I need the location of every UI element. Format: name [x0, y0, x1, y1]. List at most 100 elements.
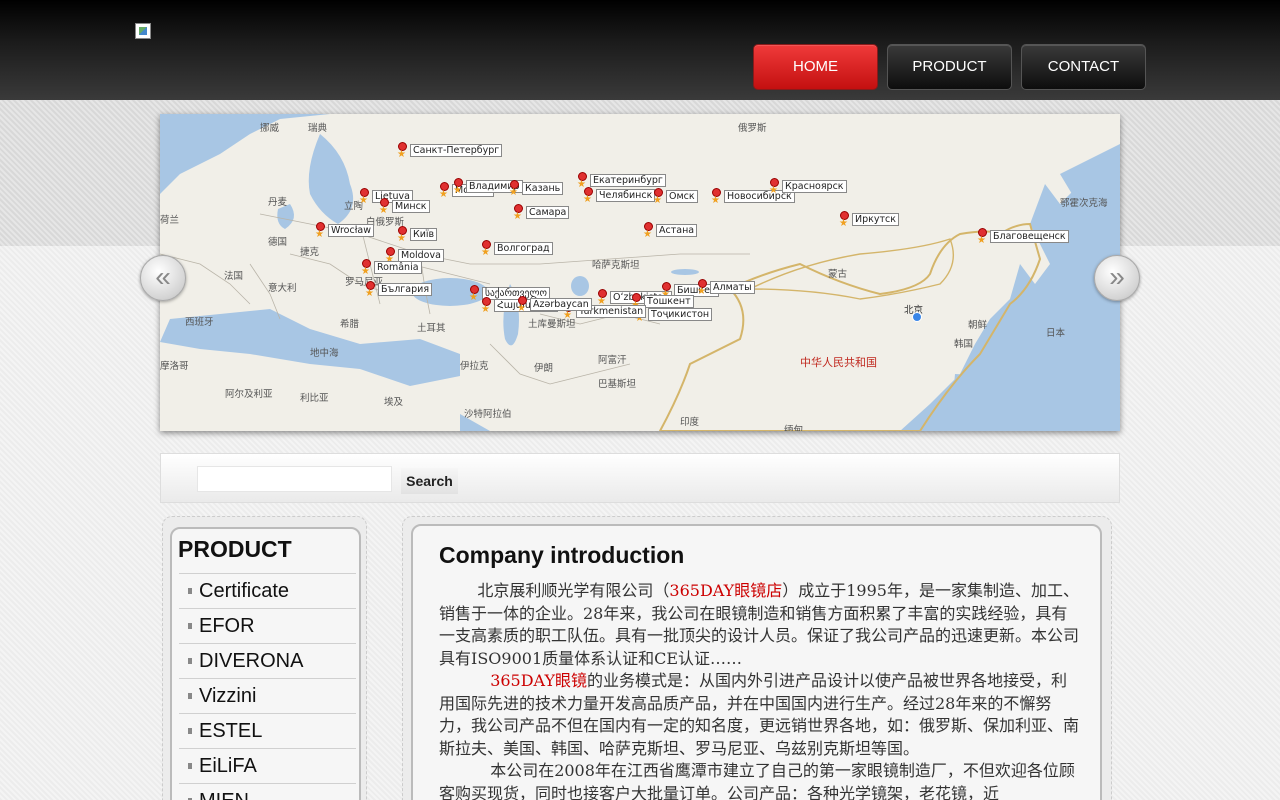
bullet-icon: [188, 763, 192, 769]
map-country-label: 蒙古: [828, 269, 848, 280]
map-city-label[interactable]: Челябинск: [596, 189, 656, 202]
map-star-icon: ★: [711, 195, 720, 206]
map-city-label[interactable]: България: [378, 283, 433, 296]
map-country-label: 利比亚: [300, 393, 329, 404]
product-sidebar: PRODUCT Certificate EFOR DIVERONA Vizzini ES…: [170, 527, 361, 800]
map-star-icon: ★: [513, 211, 522, 222]
bullet-icon: [188, 693, 192, 699]
map-city-label[interactable]: Красноярск: [782, 180, 847, 193]
map-star-icon: ★: [643, 229, 652, 240]
map-star-icon: ★: [563, 310, 572, 321]
map-slideshow: 挪威 瑞典 俄罗斯 丹麦 立陶 白俄罗斯 荷兰 德国 捷克 法国 意大利 罗马尼亚 西班牙 希腊 土耳其 地中…: [160, 114, 1120, 431]
map-city-label[interactable]: Тошкент: [644, 295, 694, 308]
sidebar-item-diverona[interactable]: DIVERONA: [179, 643, 356, 678]
map-country-label: 瑞典: [308, 123, 328, 134]
map-star-icon: ★: [839, 218, 848, 229]
map-country-label: 德国: [268, 237, 288, 248]
map-city-label[interactable]: Иркутск: [852, 213, 899, 226]
nav-home[interactable]: HOME: [753, 44, 878, 90]
nav-contact[interactable]: CONTACT: [1021, 44, 1146, 90]
map-country-label: 日本: [1046, 328, 1066, 339]
map-country-label: 阿富汗: [598, 355, 627, 366]
map-country-label: 韩国: [954, 339, 974, 350]
map-city-label[interactable]: Санкт-Петербург: [410, 144, 503, 157]
map-country-label: 朝鲜: [968, 320, 988, 331]
map-city-label[interactable]: Тоҷикистон: [648, 308, 713, 321]
map-star-icon: ★: [509, 187, 518, 198]
sidebar-item-eilifa[interactable]: EiLiFA: [179, 748, 356, 783]
company-introduction-text: 北京展利顺光学有限公司（365DAY眼镜店）成立于1995年，是一家集制造、加工…: [439, 580, 1079, 800]
sidebar-item-label: ESTEL: [199, 720, 263, 742]
map-city-label[interactable]: România: [374, 261, 422, 274]
slider-prev-button[interactable]: «: [140, 255, 186, 301]
map-country-label: 西班牙: [185, 317, 214, 328]
map-country-label: 摩洛哥: [160, 361, 189, 372]
map-city-label[interactable]: Алматы: [710, 281, 755, 294]
map-country-label: 意大利: [268, 283, 297, 294]
map-country-label: 地中海: [310, 348, 339, 359]
map-city-label[interactable]: Минск: [392, 200, 430, 213]
map-city-label[interactable]: Wrocław: [328, 224, 374, 237]
sidebar-item-efor[interactable]: EFOR: [179, 608, 356, 643]
map-star-icon: ★: [697, 286, 706, 297]
intro-paragraph-2: 365DAY眼镜的业务模式是：从国内外引进产品设计以使产品被世界各地接受，利用国…: [439, 670, 1079, 760]
map-country-label: 希腊: [340, 319, 360, 330]
sidebar-title: PRODUCT: [178, 536, 292, 562]
map-star-icon: ★: [481, 304, 490, 315]
content-title: Company introduction: [439, 542, 685, 568]
sidebar-item-estel[interactable]: ESTEL: [179, 713, 356, 748]
map-city-label[interactable]: Благовещенск: [990, 230, 1069, 243]
bullet-icon: [188, 588, 192, 594]
map-star-icon: ★: [397, 233, 406, 244]
map-country-label: 俄罗斯: [738, 123, 767, 134]
sidebar-item-certificate[interactable]: Certificate: [179, 573, 356, 608]
map-country-label: 缅甸: [784, 425, 804, 431]
bullet-icon: [188, 728, 192, 734]
map-star-icon: ★: [397, 149, 406, 160]
map-image: [160, 114, 1120, 431]
map-country-label: 伊朗: [534, 363, 554, 374]
map-city-label[interactable]: Київ: [410, 228, 438, 241]
map-country-label: 荷兰: [160, 215, 180, 226]
map-country-label: 印度: [680, 417, 700, 428]
map-star-icon: ★: [517, 303, 526, 314]
intro-paragraph-3: 本公司在2008年在江西省鹰潭市建立了自己的第一家眼镜制造厂，不但欢迎各位顾客购…: [439, 761, 1075, 800]
nav-product[interactable]: PRODUCT: [887, 44, 1012, 90]
bullet-icon: [188, 658, 192, 664]
map-star-icon: ★: [359, 195, 368, 206]
map-star-icon: ★: [469, 292, 478, 303]
search-button[interactable]: Search: [401, 468, 458, 494]
search-input[interactable]: [197, 466, 392, 492]
brand-link[interactable]: 365DAY眼镜店: [669, 581, 782, 600]
sidebar-item-mien[interactable]: MIEN: [179, 783, 356, 800]
map-star-icon: ★: [315, 229, 324, 240]
map-city-label[interactable]: Волгоград: [494, 242, 553, 255]
map-city-label[interactable]: Астана: [656, 224, 698, 237]
map-city-label[interactable]: Казань: [522, 182, 564, 195]
map-country-label: 法国: [224, 271, 244, 282]
brand-link[interactable]: 365DAY眼镜: [490, 671, 587, 690]
sidebar-item-vizzini[interactable]: Vizzini: [179, 678, 356, 713]
map-city-label[interactable]: Azərbaycan: [530, 298, 592, 311]
beijing-marker-icon: [912, 312, 922, 322]
map-star-icon: ★: [365, 288, 374, 299]
map-city-label[interactable]: Екатеринбург: [590, 174, 666, 187]
map-country-label: 沙特阿拉伯: [464, 409, 512, 420]
map-country-label: 哈萨克斯坦: [592, 260, 640, 271]
map-country-label: 土耳其: [417, 323, 446, 334]
map-country-label: 鄂霍次克海: [1060, 198, 1108, 209]
map-country-label: 中华人民共和国: [800, 356, 877, 369]
chevron-double-left-icon: «: [155, 261, 171, 292]
map-country-label: 捷克: [300, 247, 320, 258]
sidebar-item-label: EFOR: [199, 615, 255, 637]
logo-broken-image-icon[interactable]: [135, 23, 151, 39]
map-city-label[interactable]: Омск: [666, 190, 698, 203]
intro-paragraph-1: 北京展利顺光学有限公司（365DAY眼镜店）成立于1995年，是一家集制造、加工…: [439, 580, 1079, 670]
sidebar-item-label: EiLiFA: [199, 755, 257, 777]
map-city-label[interactable]: Самара: [526, 206, 570, 219]
map-star-icon: ★: [453, 185, 462, 196]
slider-next-button[interactable]: »: [1094, 255, 1140, 301]
map-star-icon: ★: [977, 235, 986, 246]
site-header: HOME PRODUCT CONTACT: [0, 0, 1280, 100]
map-star-icon: ★: [379, 205, 388, 216]
